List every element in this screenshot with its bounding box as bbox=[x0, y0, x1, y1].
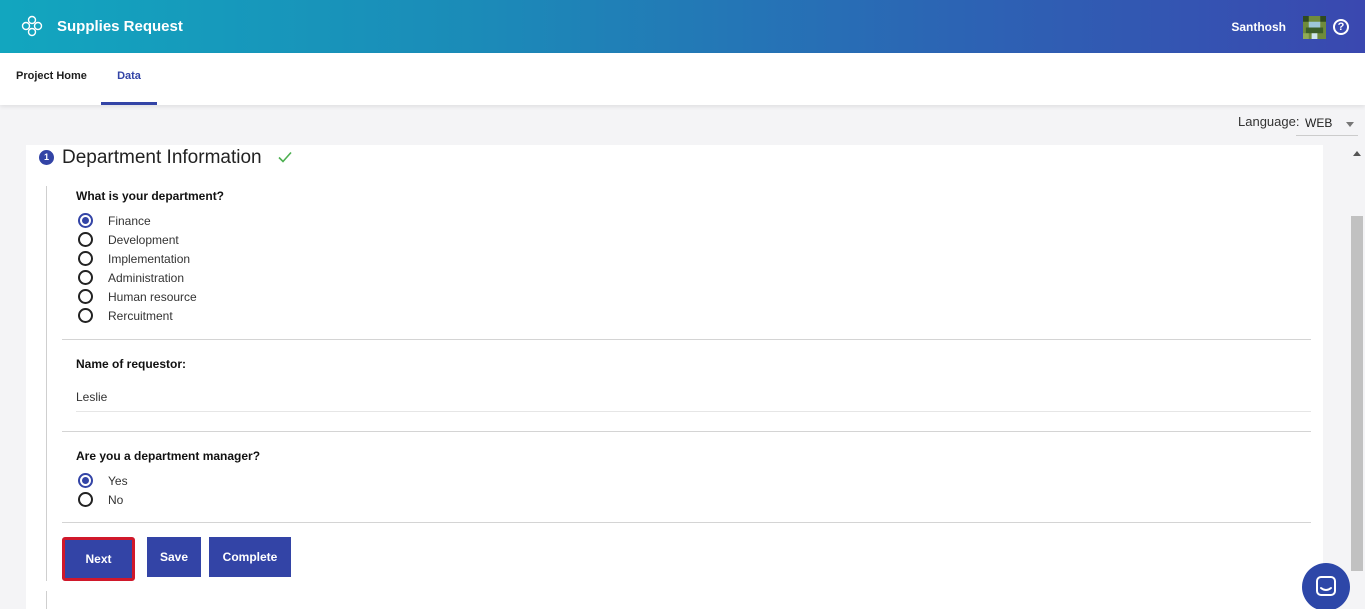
next-button[interactable]: Next bbox=[62, 537, 135, 581]
app-title: Supplies Request bbox=[57, 18, 183, 35]
language-select[interactable]: WEB bbox=[1296, 114, 1358, 136]
option-label: Human resource bbox=[108, 290, 197, 304]
tab-data[interactable]: Data bbox=[101, 53, 157, 105]
option-label: Yes bbox=[108, 474, 128, 488]
option-label: Administration bbox=[108, 271, 185, 285]
input-underline bbox=[76, 411, 1311, 412]
check-icon bbox=[278, 151, 292, 163]
user-name[interactable]: Santhosh bbox=[1231, 20, 1286, 34]
option-label: Implementation bbox=[108, 252, 191, 266]
radio-development[interactable] bbox=[78, 232, 93, 247]
nav-bar: Project Home Data bbox=[0, 53, 1365, 105]
chat-icon bbox=[1316, 576, 1336, 596]
option-label: Rercuitment bbox=[108, 309, 173, 323]
radio-administration[interactable] bbox=[78, 270, 93, 285]
radio-implementation[interactable] bbox=[78, 251, 93, 266]
radio-no[interactable] bbox=[78, 492, 93, 507]
option-label: Finance bbox=[108, 214, 151, 228]
tab-project-home[interactable]: Project Home bbox=[1, 53, 102, 105]
language-value: WEB bbox=[1305, 116, 1333, 130]
requestor-input[interactable]: Leslie bbox=[76, 390, 107, 404]
section-title: Department Information bbox=[62, 147, 262, 168]
help-icon[interactable]: ? bbox=[1333, 19, 1349, 35]
divider bbox=[62, 431, 1311, 432]
step-number-badge: 1 bbox=[39, 150, 54, 165]
requestor-question: Name of requestor: bbox=[76, 357, 187, 371]
option-label: No bbox=[108, 493, 124, 507]
scroll-thumb[interactable] bbox=[1351, 216, 1363, 571]
manager-question: Are you a department manager? bbox=[76, 449, 261, 463]
avatar[interactable] bbox=[1303, 16, 1326, 39]
scroll-up-arrow-icon[interactable] bbox=[1353, 151, 1361, 156]
divider bbox=[62, 522, 1311, 523]
radio-recruitment[interactable] bbox=[78, 308, 93, 323]
department-question: What is your department? bbox=[76, 189, 225, 203]
chevron-down-icon bbox=[1346, 122, 1354, 127]
flower-logo-icon bbox=[21, 15, 43, 37]
radio-yes[interactable] bbox=[78, 473, 93, 488]
top-bar: Supplies Request Santhosh ? bbox=[0, 0, 1365, 53]
section-line bbox=[46, 591, 47, 609]
complete-button[interactable]: Complete bbox=[209, 537, 291, 577]
option-label: Development bbox=[108, 233, 179, 247]
language-label: Language: bbox=[1238, 114, 1300, 129]
radio-human-resource[interactable] bbox=[78, 289, 93, 304]
section-line bbox=[46, 186, 47, 581]
save-button[interactable]: Save bbox=[147, 537, 201, 577]
divider bbox=[62, 339, 1311, 340]
radio-finance[interactable] bbox=[78, 213, 93, 228]
